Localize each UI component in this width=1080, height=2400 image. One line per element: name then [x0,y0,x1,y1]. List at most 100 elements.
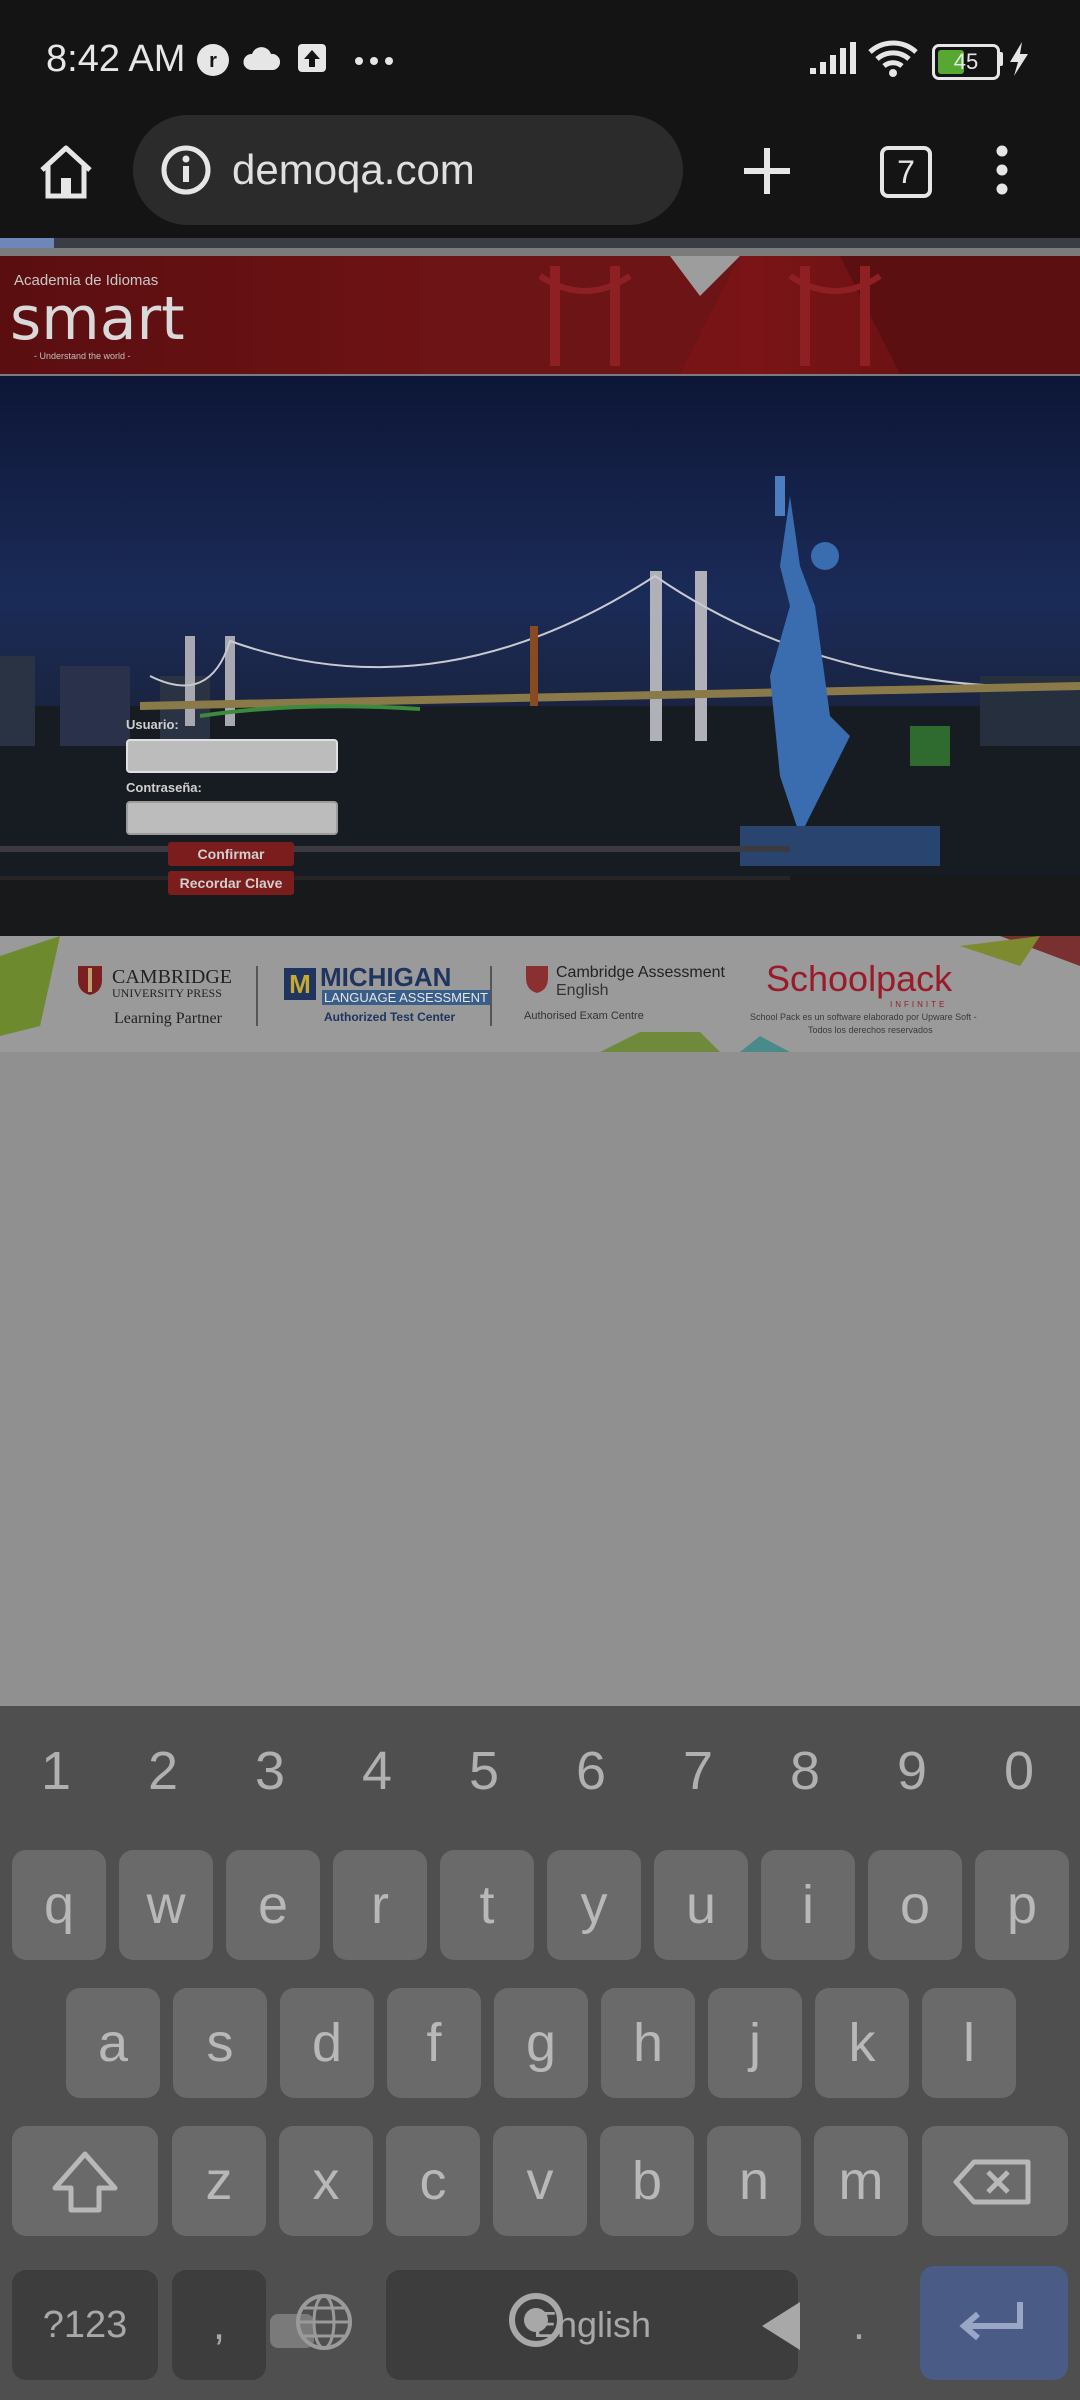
opera-icon: r [197,44,229,76]
space-bar[interactable]: English [386,2270,798,2380]
assessment-centre: Authorised Exam Centre [524,1010,644,1022]
more-dots-icon [355,57,393,65]
nav-back-icon[interactable] [756,2296,806,2356]
charging-icon [1010,42,1028,76]
key-l[interactable]: l [922,1988,1016,2098]
globe-icon [270,2294,352,2350]
key-w[interactable]: w [119,1850,213,1960]
backspace-icon [953,2159,1031,2205]
key-g[interactable]: g [494,1988,588,2098]
assessment-shield-icon [526,966,548,993]
username-label: Usuario: [126,717,179,732]
key-d[interactable]: d [280,1988,374,2098]
key-s[interactable]: s [173,1988,267,2098]
schoolpack-note: School Pack es un software elaborado por… [750,1012,977,1022]
assessment-name: Cambridge Assessment [556,964,725,981]
shift-icon [52,2151,118,2213]
password-label: Contraseña: [126,780,202,795]
key-j[interactable]: j [708,1988,802,2098]
key-a[interactable]: a [66,1988,160,2098]
confirm-button[interactable]: Confirmar [168,842,294,866]
username-input[interactable] [126,739,338,773]
partner-logos-strip: CAMBRIDGE UNIVERSITY PRESS Learning Part… [0,936,1080,1052]
enter-key[interactable] [920,2266,1068,2380]
battery-tip [998,52,1003,66]
assistant-record-icon [506,2290,566,2350]
key-k[interactable]: k [815,1988,909,2098]
shift-key[interactable] [12,2126,158,2236]
key-t[interactable]: t [440,1850,534,1960]
key-b[interactable]: b [600,2126,694,2236]
number-key-7[interactable]: 7 [648,1740,748,1802]
schoolpack-logo: Schoolpack [766,958,953,999]
enter-icon [959,2302,1023,2341]
svg-text:r: r [209,50,217,72]
signal-icon [810,42,856,74]
schoolpack-rights: Todos los derechos reservados [808,1025,933,1035]
upload-icon [298,44,326,72]
hero-image: Usuario: Contraseña: Confirmar Recordar … [0,376,1080,936]
cambridge-press: UNIVERSITY PRESS [112,986,222,1000]
key-r[interactable]: r [333,1850,427,1960]
password-input[interactable] [126,801,338,835]
number-key-2[interactable]: 2 [113,1740,213,1802]
key-i[interactable]: i [761,1850,855,1960]
key-o[interactable]: o [868,1850,962,1960]
key-z[interactable]: z [172,2126,266,2236]
key-m[interactable]: m [814,2126,908,2236]
symbols-key[interactable]: ?123 [12,2270,158,2380]
number-key-0[interactable]: 0 [969,1740,1069,1802]
michigan-center: Authorized Test Center [324,1010,456,1024]
key-x[interactable]: x [279,2126,373,2236]
page-empty-area [0,1052,1080,1706]
url-text[interactable]: demoqa.com [232,146,475,194]
number-key-9[interactable]: 9 [862,1740,962,1802]
backspace-key[interactable] [922,2126,1068,2236]
key-v[interactable]: v [493,2126,587,2236]
number-key-4[interactable]: 4 [327,1740,427,1802]
number-key-6[interactable]: 6 [541,1740,641,1802]
status-time: 8:42 AM [46,38,186,80]
bridge-banner-graphic [420,256,1080,374]
home-icon[interactable] [36,144,96,200]
battery-icon: 45 [932,44,1000,80]
key-c[interactable]: c [386,2126,480,2236]
overflow-menu-icon[interactable] [994,144,1010,196]
period-key[interactable]: . [812,2270,906,2380]
key-p[interactable]: p [975,1850,1069,1960]
number-key-5[interactable]: 5 [434,1740,534,1802]
key-y[interactable]: y [547,1850,641,1960]
cloud-icon [243,47,281,70]
key-h[interactable]: h [601,1988,695,2098]
tab-switcher-button[interactable]: 7 [880,146,932,198]
number-key-3[interactable]: 3 [220,1740,320,1802]
key-u[interactable]: u [654,1850,748,1960]
logo-divider [490,966,492,1026]
page-load-progress [0,238,1080,248]
back-triangle-icon [762,2302,800,2350]
comma-key[interactable]: , [172,2270,266,2380]
number-key-8[interactable]: 8 [755,1740,855,1802]
page-load-progress-fill [0,238,54,248]
site-info-icon[interactable] [160,144,212,196]
number-key-1[interactable]: 1 [6,1740,106,1802]
key-f[interactable]: f [387,1988,481,2098]
globe-key[interactable] [268,2266,368,2376]
key-e[interactable]: e [226,1850,320,1960]
new-tab-icon[interactable] [742,146,792,196]
record-icon [509,2293,563,2347]
city-night-illustration [0,476,1080,936]
key-q[interactable]: q [12,1850,106,1960]
banner-slogan: - Understand the world - [34,351,131,361]
battery-level: 45 [953,49,979,74]
michigan-m-icon: M [284,968,316,1000]
cambridge-partner: Learning Partner [114,1010,222,1027]
assessment-sub: English [556,982,609,999]
key-n[interactable]: n [707,2126,801,2236]
michigan-name: MICHIGAN [320,962,452,992]
banner-brand: smart [10,284,185,354]
remember-password-button[interactable]: Recordar Clave [168,871,294,895]
michigan-sub: LANGUAGE ASSESSMENT [322,990,490,1005]
schoolpack-sub: INFINITE [890,1000,948,1009]
site-banner: Academia de Idiomas smart - Understand t… [0,256,1080,374]
